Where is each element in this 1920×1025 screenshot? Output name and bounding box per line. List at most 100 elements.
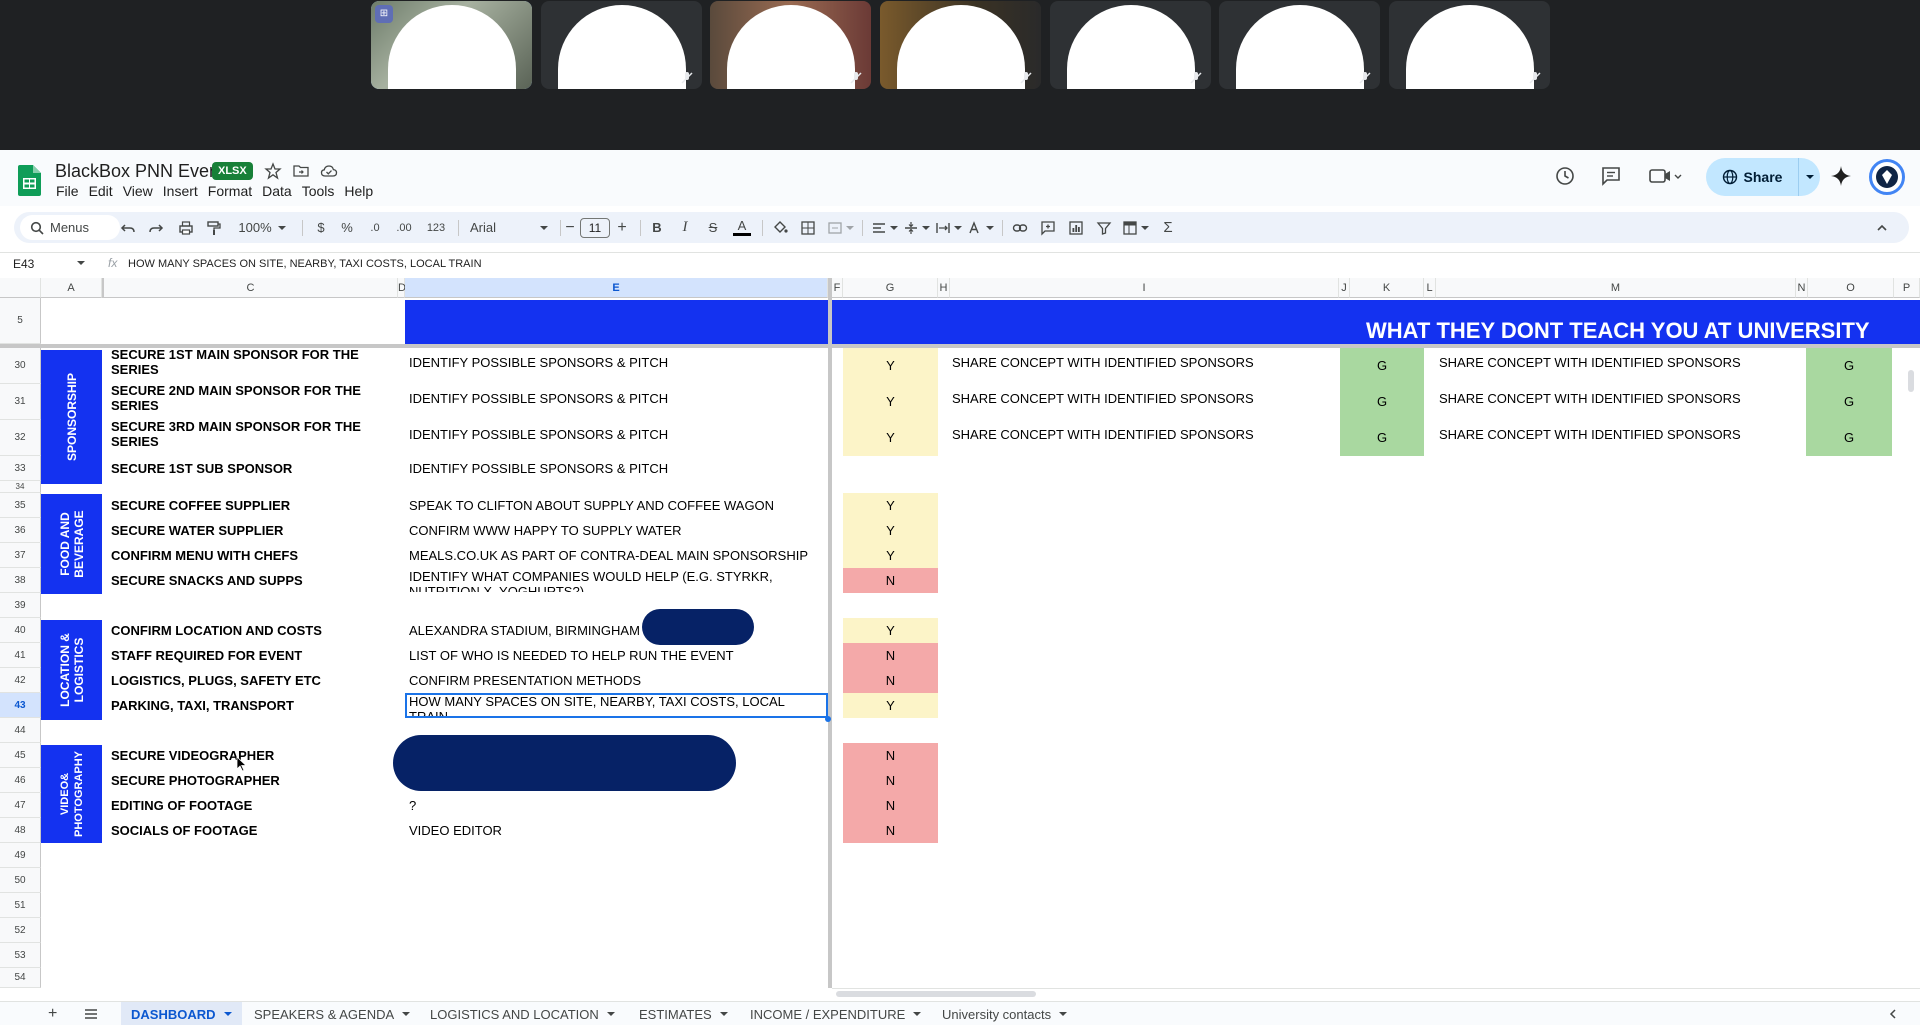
active-cell-outline[interactable]	[405, 693, 828, 718]
status-cell[interactable]: Y	[843, 348, 938, 384]
status-cell[interactable]: Y	[843, 543, 938, 568]
participant-tile-1[interactable]: ⊞	[371, 1, 532, 89]
document-title[interactable]: BlackBox PNN Event	[55, 161, 224, 182]
sheet-tab-income-expenditure[interactable]: INCOME / EXPENDITURE	[750, 1002, 922, 1025]
task-cell[interactable]: CONFIRM LOCATION AND COSTS	[111, 623, 391, 638]
sheets-logo-icon[interactable]	[18, 165, 41, 196]
collapse-toolbar-button[interactable]	[1872, 212, 1892, 243]
task-cell[interactable]: SECURE 1ST SUB SPONSOR	[111, 461, 391, 476]
row-header-39[interactable]: 39	[0, 593, 41, 618]
next-step-cell[interactable]: SHARE CONCEPT WITH IDENTIFIED SPONSORS	[1439, 355, 1789, 370]
row-header-52[interactable]: 52	[0, 918, 41, 943]
insert-link-button[interactable]	[1010, 212, 1030, 243]
column-header-g[interactable]: G	[843, 278, 938, 298]
column-header-m[interactable]: M	[1436, 278, 1796, 298]
status-cell[interactable]: G	[1340, 420, 1424, 456]
task-cell[interactable]: SECURE 1ST MAIN SPONSOR FOR THE SERIES	[111, 347, 391, 379]
functions-button[interactable]: Σ	[1158, 212, 1178, 243]
row-header-34[interactable]: 34	[0, 481, 41, 493]
task-cell[interactable]: PARKING, TAXI, TRANSPORT	[111, 698, 391, 713]
section-label-sponsorship[interactable]: SPONSORSHIP	[41, 350, 102, 484]
formula-input[interactable]: HOW MANY SPACES ON SITE, NEARBY, TAXI CO…	[128, 258, 482, 270]
task-cell[interactable]: SOCIALS OF FOOTAGE	[111, 823, 391, 838]
row-header-49[interactable]: 49	[0, 843, 41, 868]
sheet-tab-university-contacts[interactable]: University contacts	[942, 1002, 1068, 1025]
row-header-46[interactable]: 46	[0, 768, 41, 793]
row-header-43[interactable]: 43	[0, 693, 41, 718]
create-filter-button[interactable]	[1094, 212, 1114, 243]
action-cell[interactable]: IDENTIFY POSSIBLE SPONSORS & PITCH	[409, 355, 824, 370]
status-cell[interactable]: Y	[843, 420, 938, 456]
task-cell[interactable]: SECURE SNACKS AND SUPPS	[111, 573, 391, 588]
star-icon[interactable]	[264, 162, 282, 180]
menu-help[interactable]: Help	[344, 182, 379, 200]
meet-call-icon[interactable]	[1648, 165, 1684, 187]
sheet-tab-logistics-location[interactable]: LOGISTICS AND LOCATION	[430, 1002, 615, 1025]
fill-color-button[interactable]	[770, 212, 790, 243]
vertical-scrollbar-thumb[interactable]	[1908, 370, 1914, 392]
row-header-51[interactable]: 51	[0, 893, 41, 918]
gemini-sparkle-icon[interactable]	[1830, 165, 1852, 187]
task-cell[interactable]: SECURE 3RD MAIN SPONSOR FOR THE SERIES	[111, 419, 391, 451]
percent-format-button[interactable]: %	[338, 212, 356, 243]
action-cell[interactable]: IDENTIFY POSSIBLE SPONSORS & PITCH	[409, 461, 824, 476]
action-cell[interactable]: IDENTIFY WHAT COMPANIES WOULD HELP (E.G.…	[409, 569, 824, 592]
redo-button[interactable]	[146, 212, 166, 243]
sheet-tab-speakers-agenda[interactable]: SPEAKERS & AGENDA	[254, 1002, 411, 1025]
status-cell[interactable]: G	[1806, 348, 1892, 384]
row-header-42[interactable]: 42	[0, 668, 41, 693]
file-type-badge[interactable]: XLSX	[212, 162, 253, 180]
task-cell[interactable]: EDITING OF FOOTAGE	[111, 798, 391, 813]
next-step-cell[interactable]: SHARE CONCEPT WITH IDENTIFIED SPONSORS	[1439, 391, 1789, 406]
task-cell[interactable]: CONFIRM MENU WITH CHEFS	[111, 548, 391, 563]
column-header-h[interactable]: H	[938, 278, 950, 298]
section-label-food-beverage[interactable]: FOOD AND BEVERAGE	[41, 494, 102, 594]
column-header-o[interactable]: O	[1808, 278, 1894, 298]
horizontal-scrollbar-thumb[interactable]	[836, 991, 1036, 997]
row-header-31[interactable]: 31	[0, 384, 41, 420]
increase-decimal-button[interactable]: .00	[392, 212, 416, 243]
increase-font-size-button[interactable]: +	[614, 212, 630, 243]
action-cell[interactable]: IDENTIFY POSSIBLE SPONSORS & PITCH	[409, 427, 824, 442]
participant-tile-3[interactable]	[710, 1, 871, 89]
task-cell[interactable]: SECURE COFFEE SUPPLIER	[111, 498, 391, 513]
sheet-tab-dashboard[interactable]: DASHBOARD	[121, 1002, 242, 1025]
column-header-k[interactable]: K	[1350, 278, 1424, 298]
row-header-47[interactable]: 47	[0, 793, 41, 818]
select-all-corner[interactable]	[0, 278, 41, 298]
column-header-c[interactable]: C	[102, 278, 398, 298]
menu-insert[interactable]: Insert	[163, 182, 204, 200]
print-button[interactable]	[176, 212, 196, 243]
column-header-a[interactable]: A	[41, 278, 102, 298]
status-cell[interactable]: G	[1340, 384, 1424, 420]
menu-format[interactable]: Format	[208, 182, 258, 200]
status-cell[interactable]: Y	[843, 493, 938, 518]
frozen-columns-divider[interactable]	[828, 278, 832, 988]
row-header-54[interactable]: 54	[0, 968, 41, 988]
vertical-align-button[interactable]	[902, 212, 930, 243]
task-cell[interactable]: STAFF REQUIRED FOR EVENT	[111, 648, 391, 663]
undo-button[interactable]	[118, 212, 138, 243]
move-folder-icon[interactable]	[292, 162, 310, 180]
next-step-cell[interactable]: SHARE CONCEPT WITH IDENTIFIED SPONSORS	[952, 427, 1332, 442]
font-family-select[interactable]: Arial	[466, 212, 552, 243]
chevron-down-icon[interactable]	[77, 261, 85, 265]
horizontal-align-button[interactable]	[870, 212, 898, 243]
menus-search[interactable]: Menus	[20, 215, 120, 240]
paint-format-button[interactable]	[204, 212, 224, 243]
next-step-cell[interactable]: SHARE CONCEPT WITH IDENTIFIED SPONSORS	[1439, 427, 1789, 442]
status-cell[interactable]: Y	[843, 518, 938, 543]
row-header-45[interactable]: 45	[0, 743, 41, 768]
row-header-38[interactable]: 38	[0, 568, 41, 593]
task-cell[interactable]: LOGISTICS, PLUGS, SAFETY ETC	[111, 673, 391, 688]
menu-file[interactable]: File	[56, 182, 85, 200]
event-banner-title[interactable]: WHAT THEY DONT TEACH YOU AT UNIVERSITY	[1366, 318, 1870, 344]
menu-data[interactable]: Data	[262, 182, 298, 200]
row-header-50[interactable]: 50	[0, 868, 41, 893]
column-header-j[interactable]: J	[1339, 278, 1350, 298]
menu-edit[interactable]: Edit	[89, 182, 119, 200]
row-header-35[interactable]: 35	[0, 493, 41, 518]
strikethrough-button[interactable]: S	[704, 212, 722, 243]
bold-button[interactable]: B	[648, 212, 666, 243]
currency-format-button[interactable]: $	[312, 212, 330, 243]
